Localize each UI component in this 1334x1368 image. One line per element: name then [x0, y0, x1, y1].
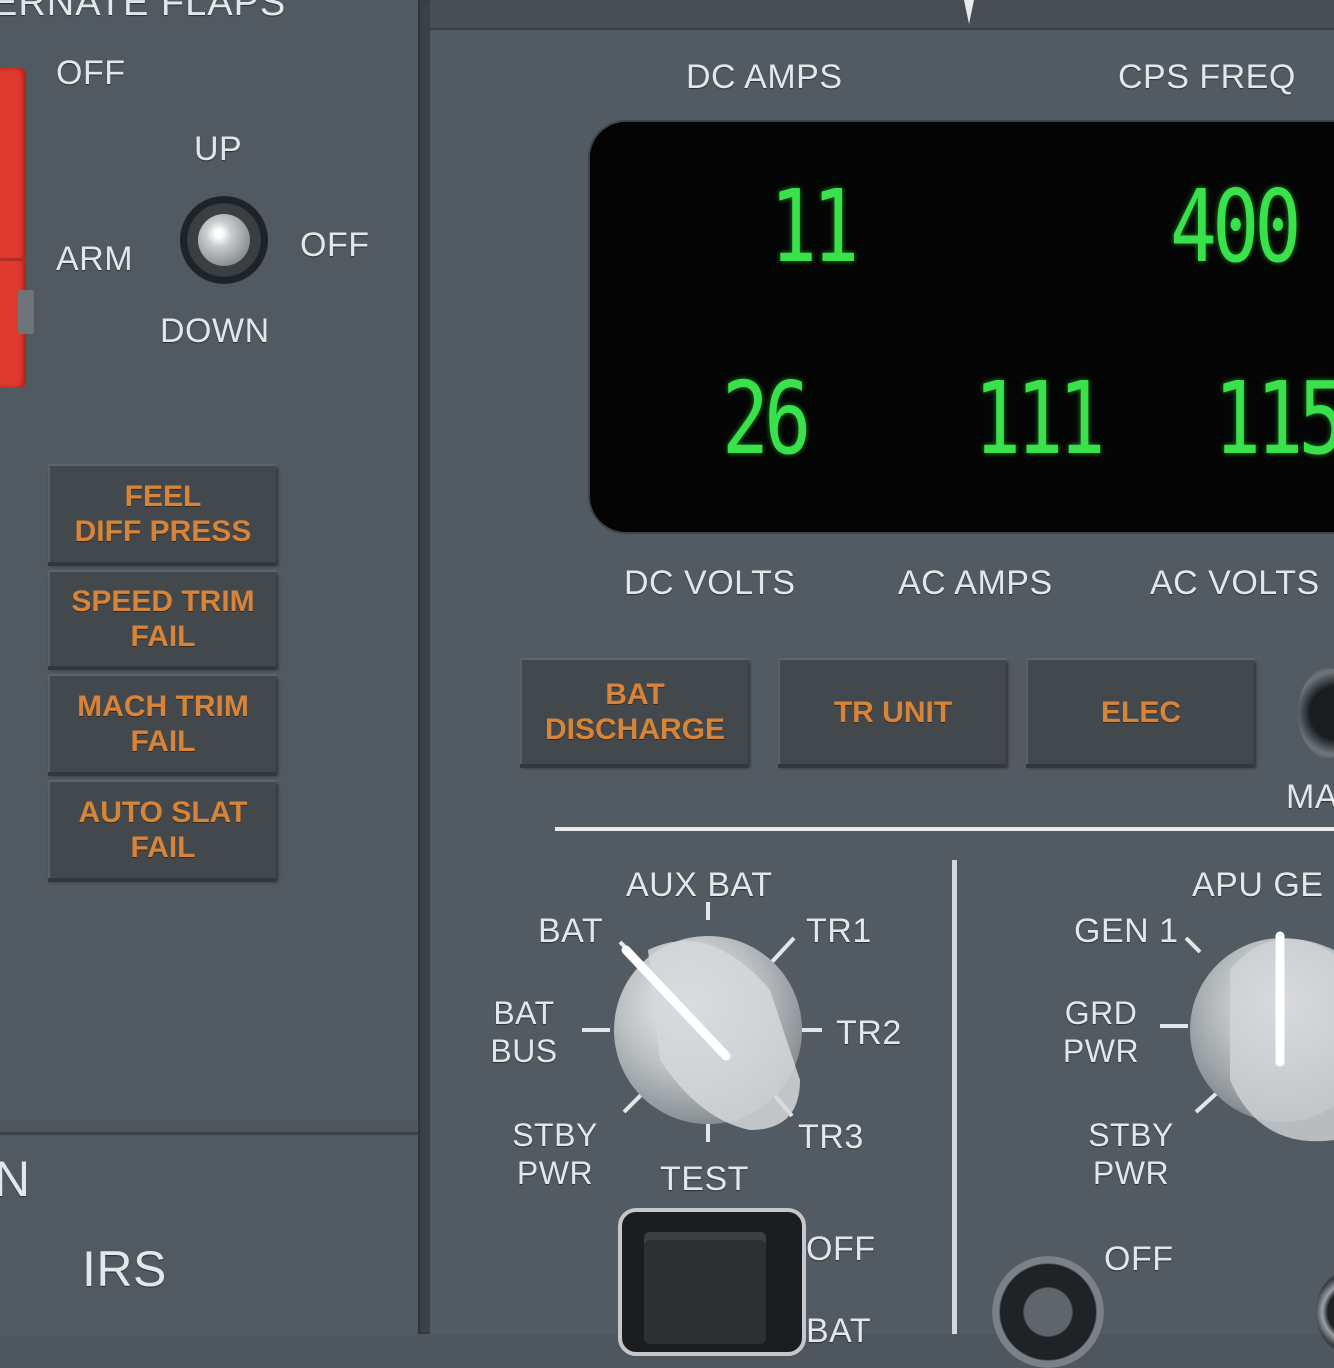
- stby-pwr-position-label: STBY PWR: [504, 1116, 606, 1192]
- annunciator-line: FAIL: [130, 620, 196, 653]
- dc-amps-label: DC AMPS: [686, 58, 843, 96]
- standby-power-switch[interactable]: [992, 1256, 1104, 1368]
- alternate-flaps-switch-knob[interactable]: [198, 214, 250, 266]
- top-strip: [430, 0, 1334, 30]
- annunciator-line: DIFF PRESS: [74, 515, 252, 548]
- standby-power-off-label: OFF: [1104, 1240, 1174, 1278]
- guard-hinge: [18, 290, 34, 334]
- battery-switch[interactable]: [644, 1232, 766, 1344]
- tr-unit-light[interactable]: TR UNIT: [778, 658, 1006, 764]
- elec-light[interactable]: ELEC: [1026, 658, 1254, 764]
- label-line: BAT: [493, 995, 555, 1031]
- pointer-marker-icon: [964, 0, 974, 24]
- alternate-flaps-title: ERNATE FLAPS: [0, 0, 287, 24]
- auto-slat-fail-light[interactable]: AUTO SLAT FAIL: [48, 780, 276, 878]
- label-line: PWR: [1092, 1155, 1170, 1191]
- bat-discharge-light[interactable]: BAT DISCHARGE: [520, 658, 748, 764]
- aux-bat-position-label: AUX BAT: [626, 866, 773, 904]
- battery-bat-label: BAT: [806, 1312, 872, 1350]
- annunciator-line: MACH TRIM: [77, 690, 249, 723]
- test-position-label: TEST: [660, 1160, 749, 1198]
- ac-stby-pwr-position-label: STBY PWR: [1080, 1116, 1182, 1192]
- bat-position-label: BAT: [538, 912, 604, 950]
- gen1-position-label: GEN 1: [1074, 912, 1179, 950]
- dc-amps-readout: 11: [770, 168, 859, 285]
- speed-trim-fail-light[interactable]: SPEED TRIM FAIL: [48, 570, 276, 666]
- section-divider-vertical: [952, 860, 957, 1334]
- dc-volts-label: DC VOLTS: [624, 564, 796, 602]
- tr1-position-label: TR1: [806, 912, 872, 950]
- annunciator-line: FEEL: [124, 480, 202, 513]
- cps-freq-readout: 400: [1170, 168, 1302, 285]
- grd-pwr-position-label: GRD PWR: [1052, 994, 1150, 1070]
- annunciator-line: FAIL: [130, 725, 196, 758]
- tr3-position-label: TR3: [798, 1118, 864, 1156]
- annunciator-line: DISCHARGE: [544, 713, 725, 746]
- label-line: PWR: [1062, 1033, 1140, 1069]
- section-divider-horizontal: [555, 827, 1334, 831]
- arm-label: ARM: [56, 240, 134, 278]
- ac-amps-label: AC AMPS: [898, 564, 1053, 602]
- apu-gen-position-label: APU GE: [1192, 866, 1324, 904]
- battery-off-label: OFF: [806, 1230, 876, 1268]
- flaps-up-label: UP: [194, 130, 243, 168]
- annunciator-line: ELEC: [1100, 695, 1181, 729]
- flaps-off-label: OFF: [300, 226, 370, 264]
- ac-volts-label: AC VOLTS: [1150, 564, 1320, 602]
- dc-volts-readout: 26: [722, 360, 811, 477]
- annunciator-line: AUTO SLAT: [78, 796, 248, 829]
- cps-freq-label: CPS FREQ: [1118, 58, 1296, 96]
- label-line: BUS: [490, 1033, 558, 1069]
- maint-label: MA: [1286, 778, 1334, 816]
- irs-label: IRS: [82, 1241, 167, 1297]
- panel-divider: [418, 0, 430, 1334]
- label-line: PWR: [516, 1155, 594, 1191]
- flaps-down-label: DOWN: [160, 312, 270, 350]
- annunciator-line: BAT: [605, 678, 665, 711]
- annunciator-line: SPEED TRIM: [71, 585, 255, 618]
- label-line: GRD: [1064, 995, 1138, 1031]
- annunciator-line: TR UNIT: [833, 695, 953, 729]
- arm-off-label: OFF: [56, 54, 126, 92]
- tr2-position-label: TR2: [836, 1014, 902, 1052]
- label-line: STBY: [1088, 1117, 1174, 1153]
- annunciator-line: FAIL: [130, 831, 196, 864]
- bat-bus-position-label: BAT BUS: [484, 994, 564, 1070]
- partial-panel-label: N: [0, 1151, 31, 1207]
- ac-volts-readout: 115: [1214, 360, 1334, 477]
- guard-seam: [0, 258, 26, 261]
- irs-panel: [0, 1132, 418, 1337]
- label-line: STBY: [512, 1117, 598, 1153]
- mach-trim-fail-light[interactable]: MACH TRIM FAIL: [48, 674, 276, 772]
- alternate-flaps-guard[interactable]: [0, 68, 26, 388]
- feel-diff-press-light[interactable]: FEEL DIFF PRESS: [48, 464, 276, 562]
- ac-amps-readout: 111: [974, 360, 1106, 477]
